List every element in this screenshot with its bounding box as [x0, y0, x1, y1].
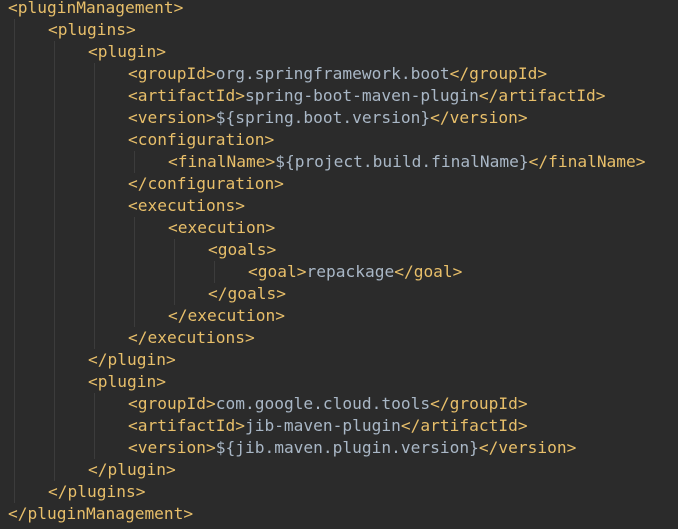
code-line: <artifactId>jib-maven-plugin</artifactId…: [128, 415, 528, 437]
xml-tag: <artifactId>: [128, 86, 245, 105]
xml-tag: <artifactId>: [128, 416, 245, 435]
indent-guide: [214, 261, 215, 283]
code-line: <execution>: [168, 217, 275, 239]
xml-tag: <execution>: [168, 218, 276, 237]
code-line: </goals>: [208, 283, 286, 305]
code-line: <finalName>${project.build.finalName}</f…: [168, 151, 646, 173]
code-line: <groupId>org.springframework.boot</group…: [128, 63, 547, 85]
xml-tag: <goals>: [208, 240, 277, 259]
indent-guide: [54, 41, 55, 481]
xml-tag: <executions>: [128, 196, 245, 215]
xml-tag: </goals>: [208, 284, 286, 303]
code-line: <pluginManagement>: [8, 0, 183, 19]
code-editor[interactable]: <pluginManagement> <plugins> <plugin> <grou…: [0, 0, 678, 529]
indent-guide: [134, 217, 135, 327]
xml-tag: <pluginManagement>: [8, 0, 184, 17]
code-line: <executions>: [128, 195, 245, 217]
code-line: </executions>: [128, 327, 255, 349]
code-line: </pluginManagement>: [8, 503, 193, 525]
code-line: <version>${spring.boot.version}</version…: [128, 107, 528, 129]
xml-tag: </executions>: [128, 328, 255, 347]
xml-text: ${spring.boot.version}: [215, 108, 431, 127]
code-line: <plugins>: [48, 19, 136, 41]
xml-text: jib-maven-plugin: [244, 416, 401, 435]
xml-tag: <plugin>: [88, 42, 166, 61]
xml-tag: </finalName>: [528, 152, 646, 171]
xml-tag: <goal>: [248, 262, 307, 281]
xml-tag: </execution>: [168, 306, 285, 325]
xml-tag: <configuration>: [128, 130, 275, 149]
xml-text: ${project.build.finalName}: [275, 152, 529, 171]
xml-tag: </artifactId>: [478, 86, 606, 105]
code-line: <goal>repackage</goal>: [248, 261, 462, 283]
xml-tag: </pluginManagement>: [8, 504, 194, 523]
code-line: <plugin>: [88, 41, 166, 63]
indent-guide: [14, 19, 15, 503]
xml-tag: </plugin>: [88, 350, 176, 369]
code-line: </execution>: [168, 305, 285, 327]
indent-guide: [94, 63, 95, 349]
code-line: <version>${jib.maven.plugin.version}</ve…: [128, 437, 576, 459]
xml-tag: </version>: [478, 438, 577, 457]
indent-guide: [174, 239, 175, 305]
xml-text: org.springframework.boot: [215, 64, 450, 83]
code-line: </configuration>: [128, 173, 284, 195]
code-line: <goals>: [208, 239, 276, 261]
code-line: <plugin>: [88, 371, 166, 393]
xml-tag: </goal>: [394, 262, 463, 281]
xml-text: repackage: [306, 262, 395, 281]
xml-tag: <plugin>: [88, 372, 166, 391]
xml-tag: <version>: [128, 108, 216, 127]
xml-text: spring-boot-maven-plugin: [244, 86, 479, 105]
code-line: <groupId>com.google.cloud.tools</groupId…: [128, 393, 528, 415]
indent-guide: [94, 393, 95, 459]
xml-text: ${jib.maven.plugin.version}: [215, 438, 479, 457]
xml-text: com.google.cloud.tools: [215, 394, 431, 413]
xml-tag: </plugin>: [88, 460, 176, 479]
xml-tag: </configuration>: [128, 174, 284, 193]
xml-tag: </version>: [430, 108, 528, 127]
xml-tag: <groupId>: [128, 64, 216, 83]
xml-tag: </groupId>: [449, 64, 548, 83]
code-line: </plugin>: [88, 459, 176, 481]
code-line: </plugin>: [88, 349, 176, 371]
xml-tag: </plugins>: [48, 482, 146, 501]
code-line: <artifactId>spring-boot-maven-plugin</ar…: [128, 85, 606, 107]
xml-tag: <groupId>: [128, 394, 216, 413]
indent-guide: [134, 151, 135, 173]
code-line: <configuration>: [128, 129, 274, 151]
xml-tag: </groupId>: [430, 394, 528, 413]
xml-tag: <finalName>: [168, 152, 276, 171]
code-line: </plugins>: [48, 481, 145, 503]
xml-tag: <plugins>: [48, 20, 136, 39]
xml-tag: <version>: [128, 438, 216, 457]
xml-tag: </artifactId>: [400, 416, 528, 435]
